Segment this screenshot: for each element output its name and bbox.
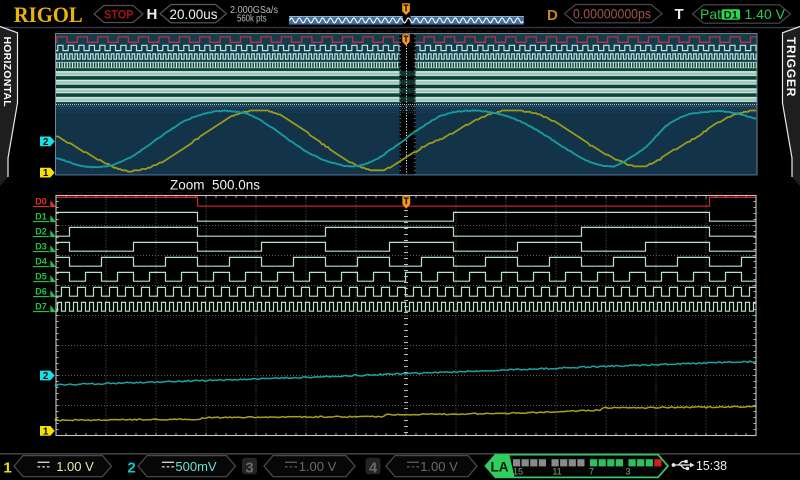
svg-text:0.00000000ps: 0.00000000ps — [573, 7, 651, 22]
svg-text:11: 11 — [552, 466, 561, 476]
svg-text:3: 3 — [245, 459, 253, 476]
svg-text:D7: D7 — [35, 302, 47, 312]
svg-text:1.00 V: 1.00 V — [299, 459, 337, 474]
svg-text:D2: D2 — [35, 227, 47, 237]
svg-text:T: T — [675, 6, 684, 23]
svg-text:H: H — [147, 6, 158, 23]
svg-text:2: 2 — [43, 371, 49, 382]
svg-text:1.00 V: 1.00 V — [56, 459, 94, 474]
svg-text:2: 2 — [127, 459, 135, 476]
svg-text:Zoom 500.0ns: Zoom 500.0ns — [170, 177, 260, 192]
svg-text:1.40 V: 1.40 V — [745, 6, 786, 22]
svg-text:D0: D0 — [35, 197, 47, 207]
svg-text:STOP: STOP — [104, 7, 134, 21]
svg-text:7: 7 — [589, 466, 594, 476]
svg-text:D6: D6 — [35, 287, 47, 297]
svg-text:1: 1 — [3, 459, 11, 476]
svg-text:1: 1 — [43, 168, 49, 179]
svg-text:3: 3 — [625, 466, 630, 476]
svg-text:Pat: Pat — [700, 6, 721, 22]
svg-text:560k pts: 560k pts — [237, 13, 267, 24]
svg-text:D1: D1 — [35, 212, 47, 222]
svg-text:D3: D3 — [35, 242, 47, 252]
svg-text:RIGOL: RIGOL — [14, 2, 83, 27]
svg-text:500mV: 500mV — [175, 459, 217, 474]
svg-text:D5: D5 — [35, 272, 47, 282]
svg-text:TRIGGER: TRIGGER — [784, 37, 798, 97]
svg-text:LA: LA — [491, 460, 509, 475]
svg-text:1: 1 — [43, 427, 49, 438]
svg-text:15:38: 15:38 — [696, 459, 727, 473]
svg-text:HORIZONTAL: HORIZONTAL — [1, 37, 12, 108]
svg-text:D: D — [547, 7, 558, 24]
svg-text:2: 2 — [43, 137, 49, 148]
svg-text:4: 4 — [369, 459, 378, 476]
svg-text:15: 15 — [513, 466, 523, 476]
svg-text:D4: D4 — [35, 257, 47, 267]
svg-text:20.00us: 20.00us — [170, 6, 218, 22]
svg-text:1.00 V: 1.00 V — [420, 459, 458, 474]
svg-text:D1: D1 — [724, 9, 738, 21]
